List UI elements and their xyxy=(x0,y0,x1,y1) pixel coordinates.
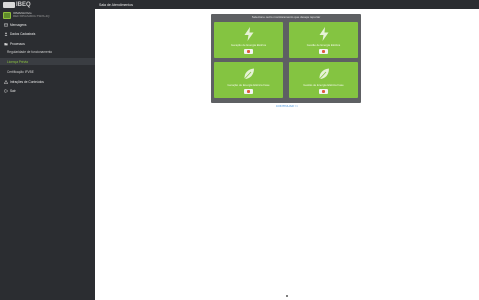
record-icon xyxy=(247,50,250,53)
sidebar-item-content-infractions[interactable]: Infrações de Conteúdos xyxy=(0,78,95,85)
record-icon xyxy=(247,90,250,93)
monitoring-card-energy-generation[interactable]: Geração de Energia Elétrica xyxy=(214,22,283,58)
card-title: Geração de Energia Elétrica Fase xyxy=(227,83,270,87)
avatar xyxy=(3,11,11,19)
sidebar-subitem-label: Regularidade de funcionamento xyxy=(7,49,53,54)
folder-icon xyxy=(3,42,8,46)
logo-text: IBEQ xyxy=(16,1,31,8)
logout-icon xyxy=(3,89,8,93)
continue-link[interactable]: CONTINUAR >> xyxy=(264,104,310,108)
sidebar-item-label: Mensagens xyxy=(10,22,27,27)
sidebar-subitem-prior-license[interactable]: Licença Prévia xyxy=(0,58,95,65)
sidebar-item-label: Sair xyxy=(10,88,16,93)
sidebar-subitem-label: Licença Prévia xyxy=(7,59,28,64)
sidebar-item-registration-data[interactable]: Dados Cadastrais xyxy=(0,30,95,37)
card-select-button[interactable] xyxy=(244,89,253,94)
user-profile[interactable]: IOMANA Pelo REF.S55AS3004-TSDS-4Q xyxy=(3,11,50,19)
sidebar-item-label: Processos xyxy=(10,41,25,46)
monitoring-selection-panel: Selecione outro monitoramento que deseja… xyxy=(211,14,361,103)
sidebar-item-processes[interactable]: Processos xyxy=(0,40,95,47)
panel-heading: Selecione outro monitoramento que deseja… xyxy=(251,15,321,19)
page-title: Sala de Atendimentos xyxy=(99,2,134,7)
sidebar-subitem-label: Certificação IFVBE xyxy=(7,69,34,74)
card-select-button[interactable] xyxy=(244,49,253,54)
page-indicator xyxy=(286,295,288,297)
monitoring-card-energy-management-phase[interactable]: Gestão de Energia Elétrica Fase xyxy=(289,62,358,98)
sidebar-subitem-operation-regularity[interactable]: Regularidade de funcionamento xyxy=(0,48,95,55)
user-icon xyxy=(3,32,8,36)
card-title: Gestão de Energia Elétrica Fase xyxy=(303,83,344,87)
mail-icon xyxy=(3,23,8,27)
sidebar: IBEQ IOMANA Pelo REF.S55AS3004-TSDS-4Q M… xyxy=(0,0,95,300)
sidebar-subitem-certification[interactable]: Certificação IFVBE xyxy=(0,68,95,75)
sidebar-item-label: Infrações de Conteúdos xyxy=(10,79,44,84)
top-bar: Sala de Atendimentos xyxy=(95,0,479,9)
card-select-button[interactable] xyxy=(319,89,328,94)
record-icon xyxy=(322,50,325,53)
leaf-icon xyxy=(318,67,330,81)
logo[interactable]: IBEQ xyxy=(3,1,31,8)
leaf-icon xyxy=(243,67,255,81)
card-select-button[interactable] xyxy=(319,49,328,54)
sidebar-item-label: Dados Cadastrais xyxy=(10,31,36,36)
sidebar-item-messages[interactable]: Mensagens xyxy=(0,21,95,28)
card-title: Geração de Energia Elétrica xyxy=(230,43,267,47)
lightning-icon xyxy=(243,27,255,41)
monitoring-card-energy-management[interactable]: Gestão de Energia Elétrica xyxy=(289,22,358,58)
logo-mark-icon xyxy=(3,1,15,8)
lightning-icon xyxy=(318,27,330,41)
alert-icon xyxy=(3,79,8,84)
card-title: Gestão de Energia Elétrica xyxy=(306,43,341,47)
user-id: REF.S55AS3004-TSDS-4Q xyxy=(13,14,50,18)
sidebar-item-logout[interactable]: Sair xyxy=(0,87,95,94)
record-icon xyxy=(322,90,325,93)
monitoring-card-energy-generation-phase[interactable]: Geração de Energia Elétrica Fase xyxy=(214,62,283,98)
